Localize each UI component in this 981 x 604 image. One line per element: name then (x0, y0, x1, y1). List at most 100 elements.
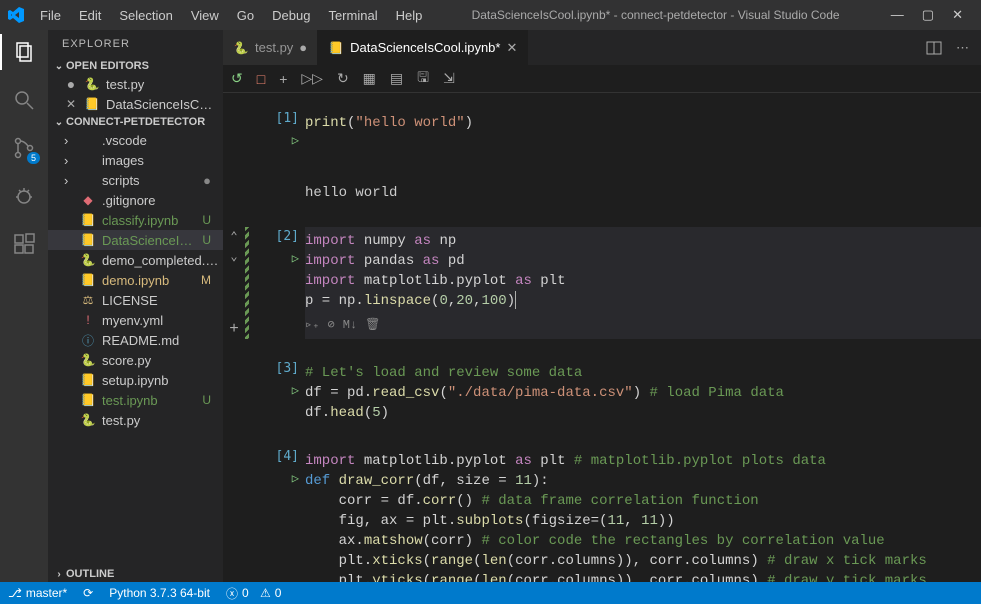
file-tree-item[interactable]: 📒DataScienceIsCo...U (48, 230, 223, 250)
debug-icon[interactable] (10, 182, 38, 210)
stop-icon[interactable]: □ (257, 71, 265, 87)
menu-go[interactable]: Go (229, 4, 262, 27)
vcs-badge: U (202, 213, 211, 227)
tab-close-icon[interactable]: ✕ (506, 40, 517, 56)
py-file-icon: 🐍 (80, 412, 96, 428)
fold-file-icon (80, 152, 96, 168)
move-down-icon[interactable]: ⌄ (230, 247, 237, 267)
file-tree-item[interactable]: 🐍score.py (48, 350, 223, 370)
file-label: DataScienceIsCo... (102, 233, 196, 248)
run-cell-icon[interactable]: ▷ (292, 381, 299, 401)
file-tree-item[interactable]: ⚖LICENSE (48, 290, 223, 310)
notebook-body[interactable]: [1]▷print("hello world")hello world⌃⌄+[2… (223, 93, 981, 582)
run-cell-icon[interactable]: ▷ (292, 469, 299, 489)
cell-body[interactable]: import matplotlib.pyplot as plt # matplo… (305, 447, 981, 582)
file-label: .gitignore (102, 193, 219, 208)
open-editor-item[interactable]: ●🐍test.py (48, 74, 223, 94)
minimize-icon[interactable]: — (891, 7, 904, 23)
fold-file-icon (80, 132, 96, 148)
notebook-cell[interactable]: [1]▷ print("hello world") (223, 105, 981, 155)
file-tree-item[interactable]: 📒classify.ipynbU (48, 210, 223, 230)
problems-status[interactable]: ⓧ0 ⚠0 (218, 585, 290, 602)
project-header[interactable]: ⌄CONNECT-PETDETECTOR (48, 114, 223, 130)
file-tree-item[interactable]: ◆.gitignore (48, 190, 223, 210)
file-tree-item[interactable]: 🐍test.py (48, 410, 223, 430)
cell-tool-icon[interactable]: 🗑 (365, 315, 380, 335)
file-tree-item[interactable]: !myenv.yml (48, 310, 223, 330)
move-up-icon[interactable]: ⌃ (230, 227, 237, 247)
run-cell-icon[interactable]: ▷ (292, 131, 299, 151)
tab-close-icon[interactable] (299, 40, 307, 55)
cell-body[interactable]: print("hello world") (305, 109, 981, 151)
more-icon[interactable]: ⋯ (956, 40, 969, 56)
undo-icon[interactable]: ↺ (231, 70, 243, 87)
sidebar: EXPLORER ⌄OPEN EDITORS ●🐍test.py✕📒DataSc… (48, 30, 223, 582)
extensions-icon[interactable] (10, 230, 38, 258)
outline-header[interactable]: ›OUTLINE (48, 566, 223, 582)
editor-tabs: 🐍test.py📒DataScienceIsCool.ipynb*✕ ⋯ (223, 30, 981, 65)
close-icon[interactable]: ✕ (64, 97, 78, 111)
chevron-down-icon: ⌄ (52, 117, 66, 128)
dirty-dot-icon[interactable]: ● (64, 76, 78, 92)
save-icon[interactable]: 🖫 (417, 67, 429, 91)
open-editors-header[interactable]: ⌄OPEN EDITORS (48, 58, 223, 74)
menu-file[interactable]: File (32, 4, 69, 27)
notebook-cell[interactable]: [4]▷import matplotlib.pyplot as plt # ma… (223, 443, 981, 582)
menu-debug[interactable]: Debug (264, 4, 318, 27)
py-file-icon: 🐍 (80, 252, 96, 268)
file-label: classify.ipynb (102, 213, 196, 228)
fold-file-icon (80, 172, 96, 188)
explorer-icon[interactable] (10, 38, 38, 66)
run-all-icon[interactable]: ▷▷ (301, 70, 323, 87)
add-cell-icon[interactable]: + (229, 319, 239, 339)
file-tree-item[interactable]: 📒demo.ipynbM (48, 270, 223, 290)
restart-icon[interactable]: ↻ (337, 70, 349, 87)
notebook-cell[interactable]: ⌃⌄+[2]▷import numpy as npimport pandas a… (223, 223, 981, 343)
grid-icon[interactable]: ▤ (390, 70, 403, 87)
scm-icon[interactable]: 5 (10, 134, 38, 162)
code-line: fig, ax = plt.subplots(figsize=(11, 11)) (305, 511, 981, 531)
menu-selection[interactable]: Selection (111, 4, 180, 27)
warning-icon: ⚠ (260, 586, 271, 600)
code-line: import matplotlib.pyplot as plt (305, 271, 981, 291)
menu-view[interactable]: View (183, 4, 227, 27)
file-tree-item[interactable]: 📒setup.ipynb (48, 370, 223, 390)
nb-file-icon: 📒 (80, 232, 96, 248)
branch-status[interactable]: ⎇master* (0, 586, 75, 600)
warning-count: 0 (275, 586, 282, 600)
export-icon[interactable]: ⇲ (443, 70, 455, 87)
menu-edit[interactable]: Edit (71, 4, 109, 27)
variables-icon[interactable]: ▦ (363, 70, 376, 87)
close-icon[interactable]: ✕ (952, 7, 963, 23)
python-status[interactable]: Python 3.7.3 64-bit (101, 586, 218, 600)
open-editor-item[interactable]: ✕📒DataScienceIsCoo... (48, 94, 223, 114)
add-cell-icon[interactable]: + (279, 71, 287, 87)
yml-file-icon: ! (80, 312, 96, 328)
menu-terminal[interactable]: Terminal (320, 4, 385, 27)
file-tree-item[interactable]: ⓘREADME.md (48, 330, 223, 350)
file-tree-item[interactable]: ›images (48, 150, 223, 170)
editor-tab[interactable]: 📒DataScienceIsCool.ipynb*✕ (318, 30, 528, 65)
split-editor-icon[interactable] (926, 40, 942, 56)
cell-prompt: [1] (276, 109, 299, 129)
run-cell-icon[interactable]: ▷ (292, 249, 299, 269)
file-tree-item[interactable]: 🐍demo_completed.py (48, 250, 223, 270)
cell-tool-icon[interactable]: M↓ (343, 315, 357, 335)
notebook-cell[interactable]: [3]▷# Let's load and review some datadf … (223, 355, 981, 431)
vcs-badge: M (201, 273, 211, 287)
cell-body[interactable]: # Let's load and review some datadf = pd… (305, 359, 981, 427)
editor-tab[interactable]: 🐍test.py (223, 30, 318, 65)
maximize-icon[interactable]: ▢ (922, 7, 934, 23)
sync-icon[interactable]: ⟳ (75, 586, 101, 600)
py-file-icon: 🐍 (233, 40, 249, 56)
cell-tool-icon[interactable]: ⊘ (327, 315, 334, 335)
nb-file-icon: 📒 (84, 96, 100, 112)
cell-body[interactable]: import numpy as npimport pandas as pdimp… (305, 227, 981, 339)
menu-help[interactable]: Help (388, 4, 431, 27)
search-icon[interactable] (10, 86, 38, 114)
file-tree-item[interactable]: ›scripts● (48, 170, 223, 190)
file-tree-item[interactable]: ›.vscode (48, 130, 223, 150)
code-line: import matplotlib.pyplot as plt # matplo… (305, 451, 981, 471)
file-tree-item[interactable]: 📒test.ipynbU (48, 390, 223, 410)
cell-tool-icon[interactable]: ▹₊ (305, 315, 319, 335)
